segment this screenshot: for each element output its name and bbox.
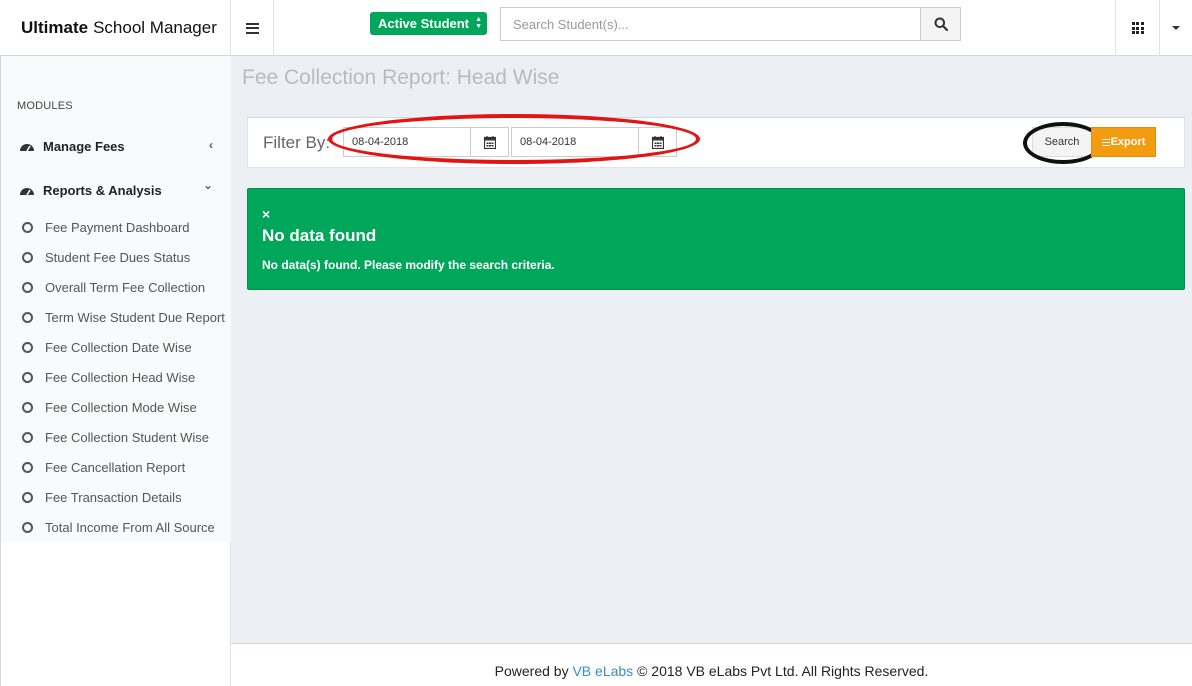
sidebar-section-title: MODULES	[17, 100, 73, 112]
sidebar-item-label: Reports & Analysis	[43, 182, 162, 198]
search-button[interactable]: Search	[1032, 127, 1092, 157]
sidebar-subitem-label: Fee Collection Mode Wise	[45, 399, 197, 415]
footer: Powered by VB eLabs © 2018 VB eLabs Pvt …	[231, 643, 1192, 686]
top-header: Ultimate School Manager Active Student ▲…	[0, 0, 1192, 56]
brand-logo[interactable]: Ultimate School Manager	[0, 0, 231, 56]
student-search-button[interactable]	[920, 8, 960, 40]
circle-icon	[22, 221, 33, 233]
user-menu-dropdown[interactable]	[1160, 0, 1192, 56]
sidebar-subitem-fee-collection-date-wise[interactable]: Fee Collection Date Wise	[1, 337, 231, 357]
to-date-picker	[511, 127, 677, 157]
page-title: Fee Collection Report: Head Wise	[242, 66, 560, 89]
from-date-calendar-button[interactable]	[470, 128, 508, 156]
apps-grid-icon	[1131, 22, 1144, 34]
sidebar-subitem-fee-cancellation-report[interactable]: Fee Cancellation Report	[1, 457, 231, 477]
sidebar-item-manage-fees[interactable]: Manage Fees ‹	[1, 135, 231, 157]
calendar-icon	[651, 135, 664, 149]
circle-icon	[22, 281, 33, 293]
footer-prefix: Powered by	[494, 663, 569, 679]
circle-icon	[22, 521, 33, 533]
student-search-input[interactable]	[501, 8, 920, 40]
menu-icon	[245, 22, 259, 34]
circle-icon	[22, 461, 33, 473]
sidebar-subitem-fee-payment-dashboard[interactable]: Fee Payment Dashboard	[1, 217, 231, 237]
sidebar-subitem-label: Total Income From All Source	[45, 519, 215, 535]
caret-down-icon	[1172, 26, 1180, 30]
filter-panel: Filter By: Search	[247, 114, 1185, 168]
sidebar-subitem-fee-transaction-details[interactable]: Fee Transaction Details	[1, 487, 231, 507]
select-arrows-icon: ▲ ▼	[475, 16, 482, 30]
sidebar-subitem-term-wise-student-due-report[interactable]: Term Wise Student Due Report	[1, 307, 231, 327]
sidebar: MODULES Manage Fees ‹ Reports & Analysis…	[0, 56, 231, 686]
brand-rest: School Manager	[93, 18, 217, 37]
close-icon[interactable]: ×	[262, 206, 270, 222]
circle-icon	[22, 371, 33, 383]
footer-link[interactable]: VB eLabs	[572, 663, 633, 679]
from-date-input[interactable]	[344, 128, 470, 156]
student-status-select[interactable]: Active Student ▲ ▼	[370, 12, 487, 35]
sidebar-subitem-label: Student Fee Dues Status	[45, 249, 191, 265]
list-icon	[1101, 138, 1110, 146]
sidebar-subitem-label: Overall Term Fee Collection	[45, 279, 206, 295]
apps-grid-button[interactable]	[1115, 0, 1160, 56]
sidebar-subitem-fee-collection-head-wise[interactable]: Fee Collection Head Wise	[1, 367, 231, 387]
chevron-left-icon: ‹	[209, 138, 213, 152]
circle-icon	[22, 491, 33, 503]
sidebar-subitem-label: Fee Collection Student Wise	[45, 429, 210, 445]
sidebar-subitem-label: Term Wise Student Due Report	[45, 309, 225, 325]
sidebar-item-reports-analysis[interactable]: Reports & Analysis ⌄	[1, 178, 231, 201]
to-date-input[interactable]	[512, 128, 638, 156]
sidebar-subitem-label: Fee Collection Date Wise	[45, 339, 192, 355]
sidebar-subitem-total-income-from-all-source[interactable]: Total Income From All Source	[1, 517, 231, 537]
to-date-calendar-button[interactable]	[638, 128, 676, 156]
filter-label: Filter By:	[263, 133, 331, 152]
sidebar-subitem-fee-collection-student-wise[interactable]: Fee Collection Student Wise	[1, 427, 231, 447]
circle-icon	[22, 311, 33, 323]
sidebar-subitem-student-fee-dues-status[interactable]: Student Fee Dues Status	[1, 247, 231, 267]
circle-icon	[22, 251, 33, 263]
chevron-down-icon: ⌄	[202, 178, 213, 192]
circle-icon	[22, 341, 33, 353]
circle-icon	[22, 431, 33, 443]
footer-copyright: © 2018 VB eLabs Pvt Ltd. All Rights Rese…	[637, 663, 929, 679]
dashboard-icon	[20, 187, 34, 195]
brand-bold: Ultimate	[21, 18, 89, 37]
student-status-value: Active Student	[378, 16, 470, 31]
export-button[interactable]: Export	[1091, 127, 1156, 157]
search-icon	[934, 17, 948, 31]
sidebar-item-label: Manage Fees	[43, 138, 125, 154]
sidebar-subitem-label: Fee Transaction Details	[45, 489, 182, 505]
alert-title: No data found	[262, 226, 377, 245]
no-data-alert: × No data found No data(s) found. Please…	[247, 188, 1185, 290]
sidebar-subitem-label: Fee Collection Head Wise	[45, 369, 196, 385]
from-date-picker	[343, 127, 509, 157]
export-label: Export	[1110, 136, 1146, 148]
dashboard-icon	[20, 143, 34, 151]
sidebar-toggle-button[interactable]	[231, 0, 274, 56]
sidebar-subitem-overall-term-fee-collection[interactable]: Overall Term Fee Collection	[1, 277, 231, 297]
calendar-icon	[483, 135, 496, 149]
sidebar-subitem-fee-collection-mode-wise[interactable]: Fee Collection Mode Wise	[1, 397, 231, 417]
sidebar-subitem-label: Fee Cancellation Report	[45, 459, 186, 475]
student-search	[500, 7, 961, 41]
circle-icon	[22, 401, 33, 413]
alert-message: No data(s) found. Please modify the sear…	[262, 258, 555, 272]
sidebar-subitem-label: Fee Payment Dashboard	[45, 219, 190, 235]
